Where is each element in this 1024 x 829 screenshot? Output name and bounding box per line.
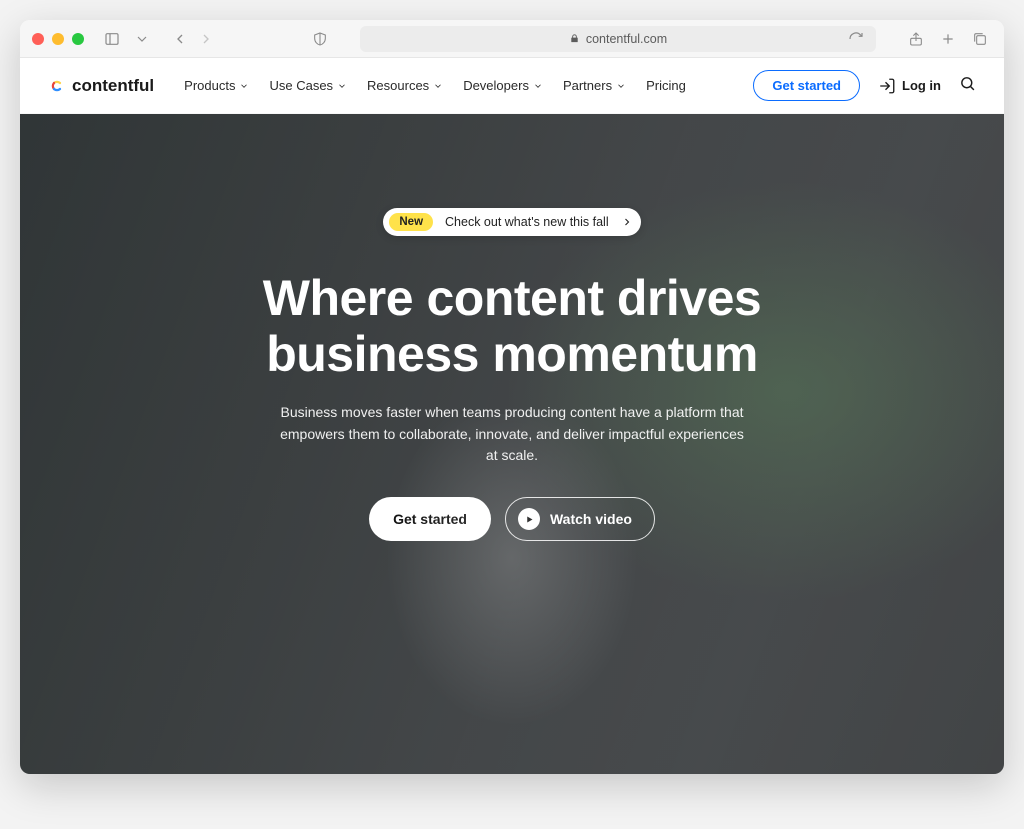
chevron-down-icon bbox=[616, 81, 626, 91]
nav-resources[interactable]: Resources bbox=[367, 78, 443, 93]
back-button[interactable] bbox=[168, 27, 192, 51]
contentful-logo-icon bbox=[48, 77, 66, 95]
tabs-icon[interactable] bbox=[968, 27, 992, 51]
browser-chrome: contentful.com bbox=[20, 20, 1004, 58]
search-icon bbox=[959, 75, 976, 92]
announcement-text: Check out what's new this fall bbox=[445, 215, 609, 229]
hero-subtitle: Business moves faster when teams produci… bbox=[277, 402, 747, 467]
new-tab-icon[interactable] bbox=[936, 27, 960, 51]
forward-button[interactable] bbox=[194, 27, 218, 51]
hero-get-started-button[interactable]: Get started bbox=[369, 497, 491, 541]
browser-window: contentful.com contentful bbox=[20, 20, 1004, 774]
login-icon bbox=[878, 77, 896, 95]
hero-section: New Check out what's new this fall Where… bbox=[20, 114, 1004, 774]
hero-actions: Get started Watch video bbox=[369, 497, 655, 541]
maximize-window-button[interactable] bbox=[72, 33, 84, 45]
watch-video-button[interactable]: Watch video bbox=[505, 497, 655, 541]
main-nav: Products Use Cases Resources Developers … bbox=[184, 78, 686, 93]
site-header: contentful Products Use Cases Resources … bbox=[20, 58, 1004, 114]
share-icon[interactable] bbox=[904, 27, 928, 51]
chevron-down-icon bbox=[239, 81, 249, 91]
nav-developers[interactable]: Developers bbox=[463, 78, 543, 93]
shield-icon[interactable] bbox=[308, 27, 332, 51]
new-badge: New bbox=[389, 213, 433, 231]
play-icon bbox=[518, 508, 540, 530]
chevron-down-icon bbox=[433, 81, 443, 91]
refresh-button[interactable] bbox=[844, 27, 868, 51]
sidebar-toggle-icon[interactable] bbox=[100, 27, 124, 51]
chevron-right-icon bbox=[621, 216, 633, 228]
minimize-window-button[interactable] bbox=[52, 33, 64, 45]
traffic-lights bbox=[32, 33, 84, 45]
nav-products[interactable]: Products bbox=[184, 78, 249, 93]
brand-logo[interactable]: contentful bbox=[48, 76, 154, 96]
search-button[interactable] bbox=[959, 75, 976, 97]
nav-partners[interactable]: Partners bbox=[563, 78, 626, 93]
tab-overview-icon[interactable] bbox=[130, 27, 154, 51]
hero-title: Where content drives business momentum bbox=[263, 270, 761, 382]
login-link[interactable]: Log in bbox=[878, 77, 941, 95]
chevron-down-icon bbox=[533, 81, 543, 91]
announcement-pill[interactable]: New Check out what's new this fall bbox=[383, 208, 640, 236]
header-right: Get started Log in bbox=[753, 70, 976, 101]
get-started-button[interactable]: Get started bbox=[753, 70, 860, 101]
chevron-down-icon bbox=[337, 81, 347, 91]
lock-icon bbox=[569, 33, 580, 44]
nav-pricing[interactable]: Pricing bbox=[646, 78, 686, 93]
address-bar[interactable]: contentful.com bbox=[360, 26, 876, 52]
url-text: contentful.com bbox=[586, 32, 667, 46]
close-window-button[interactable] bbox=[32, 33, 44, 45]
nav-use-cases[interactable]: Use Cases bbox=[269, 78, 347, 93]
brand-name: contentful bbox=[72, 76, 154, 96]
